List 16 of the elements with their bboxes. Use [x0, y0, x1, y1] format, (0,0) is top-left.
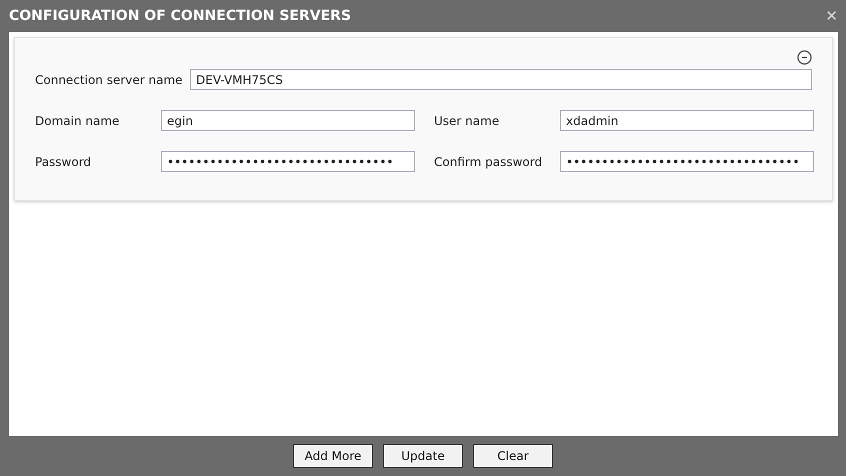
window-title: CONFIGURATION OF CONNECTION SERVERS — [9, 6, 352, 26]
field-label: Password — [35, 154, 92, 170]
input-field[interactable]: ••••••••••••••••••••••••••••••••• — [560, 151, 814, 172]
close-button[interactable]: ✕ — [825, 4, 838, 28]
collapse-icon[interactable] — [797, 50, 812, 65]
field-label: Connection server name — [35, 72, 184, 88]
input-field[interactable]: •••••••••••••••••••••••••••••••• — [161, 151, 415, 172]
input-field[interactable]: egin — [161, 110, 415, 131]
input-field[interactable]: xdadmin — [560, 110, 814, 131]
action-button[interactable]: Add More — [293, 444, 373, 468]
field-label: Confirm password — [434, 154, 544, 170]
field-label: User name — [434, 112, 500, 130]
input-field[interactable]: DEV-VMH75CS — [190, 69, 812, 90]
action-button[interactable]: Update — [383, 444, 463, 468]
field-label: Domain name — [35, 112, 120, 130]
action-button[interactable]: Clear — [473, 444, 553, 468]
